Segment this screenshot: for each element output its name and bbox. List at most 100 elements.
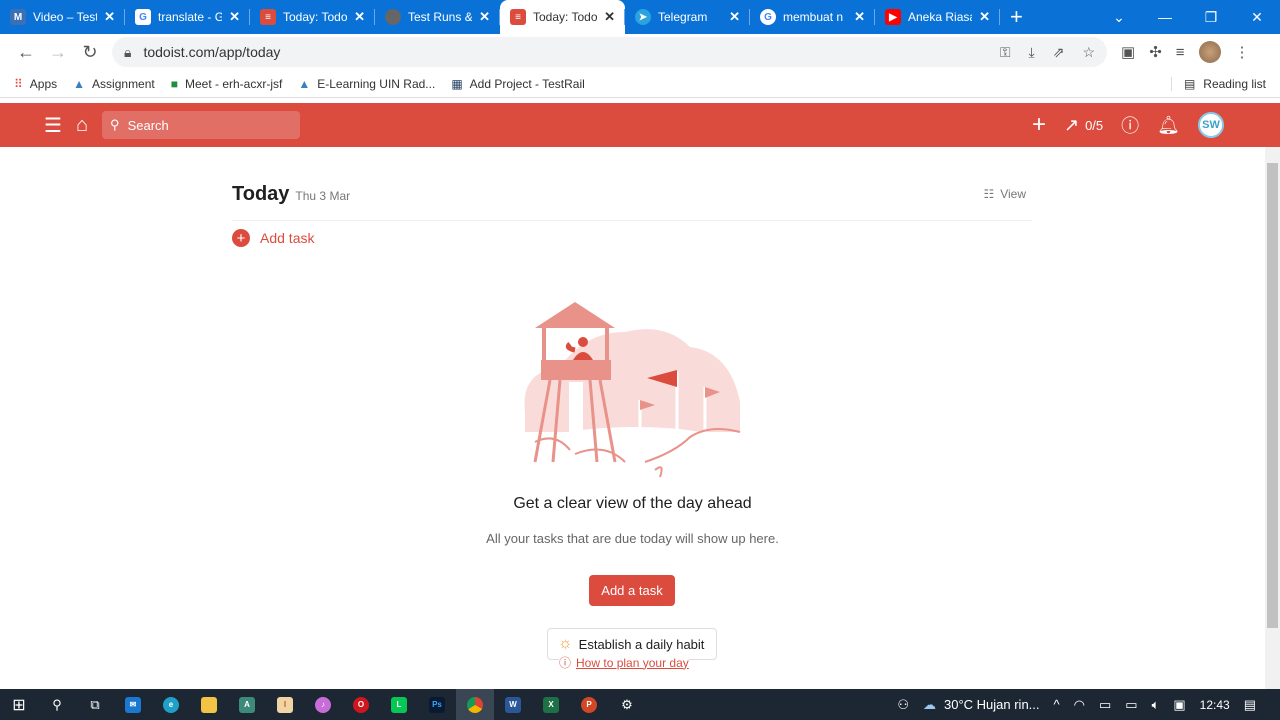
- close-icon[interactable]: ✕: [104, 9, 115, 25]
- app-icon[interactable]: A: [228, 689, 266, 720]
- page-date: Thu 3 Mar: [295, 189, 351, 203]
- home-icon[interactable]: ⌂: [76, 114, 88, 137]
- globe-icon: [385, 9, 401, 25]
- search-icon[interactable]: ⚲: [38, 689, 76, 720]
- tab-telegram[interactable]: ➤ Telegram ✕: [625, 0, 750, 34]
- wifi-icon[interactable]: ◠: [1074, 697, 1085, 713]
- scrollbar[interactable]: [1265, 147, 1280, 689]
- volume-icon[interactable]: 🔈︎: [1152, 697, 1160, 713]
- lightbulb-icon: ☼: [558, 635, 573, 652]
- media-icon[interactable]: ≡: [1176, 44, 1185, 61]
- karma-icon: ↗: [1063, 114, 1080, 135]
- bookmark-assignment[interactable]: ▲ Assignment: [73, 77, 155, 91]
- settings-icon[interactable]: ⚙: [608, 689, 646, 720]
- bookmark-elearning[interactable]: ▲ E-Learning UIN Rad...: [298, 77, 435, 91]
- profile-avatar[interactable]: [1198, 41, 1221, 63]
- tab-membuat[interactable]: Gmembuat n ✕: [750, 0, 875, 34]
- quick-add-icon[interactable]: +: [1032, 111, 1046, 139]
- productivity-button[interactable]: ↗ 0/5: [1064, 115, 1103, 136]
- people-icon[interactable]: ⚇: [897, 697, 909, 713]
- photoshop-icon[interactable]: Ps: [418, 689, 456, 720]
- reading-list-button[interactable]: ▤ Reading list: [1170, 76, 1266, 91]
- mail-icon[interactable]: ✉: [114, 689, 152, 720]
- google-icon: G: [760, 9, 776, 25]
- todoist-icon: ≡: [510, 9, 526, 25]
- file-explorer-icon[interactable]: [190, 689, 228, 720]
- scrollbar-thumb[interactable]: [1267, 163, 1278, 628]
- opera-icon[interactable]: O: [342, 689, 380, 720]
- empty-state-subtitle: All your tasks that are due today will s…: [486, 531, 779, 546]
- tab-translate[interactable]: Gtranslate - Google✕: [125, 0, 250, 34]
- tab-youtube[interactable]: ▶Aneka Riasan✕: [875, 0, 1000, 34]
- view-button[interactable]: ☷ View: [983, 187, 1026, 201]
- tab-todoist-active[interactable]: ≡Today: Todoist✕: [500, 0, 625, 34]
- user-avatar[interactable]: SW: [1198, 112, 1224, 138]
- powerpoint-icon[interactable]: P: [570, 689, 608, 720]
- key-icon[interactable]: ⚿: [1000, 44, 1011, 61]
- google-icon: G: [135, 9, 151, 25]
- todoist-icon: ≡: [260, 9, 276, 25]
- tab-search-icon[interactable]: ⌄: [1096, 0, 1142, 34]
- chrome-icon[interactable]: [456, 689, 494, 720]
- main-content: Today Thu 3 Mar ☷ View + Add task Get a cl…: [0, 147, 1265, 689]
- apps-grid-icon: ⠿: [14, 76, 23, 91]
- meet-now-icon[interactable]: ▭: [1099, 697, 1111, 713]
- search-input[interactable]: ⚲ Search: [102, 111, 301, 139]
- display-icon[interactable]: ▣: [1173, 697, 1185, 713]
- star-icon[interactable]: ☆: [1082, 44, 1095, 61]
- tab-testruns[interactable]: Test Runs & Results✕: [375, 0, 500, 34]
- bookmark-meet[interactable]: ■ Meet - erh-acxr-jsf: [171, 77, 283, 91]
- word-icon[interactable]: W: [494, 689, 532, 720]
- tab-strip: MVideo – Test✕ Gtranslate - Google✕ ≡Tod…: [0, 0, 1280, 34]
- menu-toggle-icon[interactable]: ☰: [44, 113, 62, 138]
- todoist-topbar: ☰ ⌂ ⚲ Search + ↗ 0/5 ⓘ 🔔︎ SW: [0, 103, 1280, 147]
- close-icon[interactable]: ✕: [479, 9, 490, 25]
- page-title: Today: [232, 183, 290, 205]
- close-icon[interactable]: ✕: [854, 9, 865, 25]
- share-icon[interactable]: ⇗: [1053, 44, 1065, 61]
- edge-icon[interactable]: e: [152, 689, 190, 720]
- bell-icon[interactable]: 🔔︎: [1157, 115, 1180, 136]
- chevron-up-icon[interactable]: ^: [1054, 697, 1060, 712]
- bookmark-testrail[interactable]: ▦ Add Project - TestRail: [451, 77, 585, 91]
- weather-widget[interactable]: ☁ 30°C Hujan rin...: [923, 697, 1040, 713]
- extensions-icon[interactable]: ✣: [1149, 43, 1162, 61]
- back-button[interactable]: ←: [10, 42, 42, 63]
- battery-icon[interactable]: ▭: [1125, 697, 1137, 713]
- minimize-button[interactable]: —: [1142, 0, 1188, 34]
- close-icon[interactable]: ✕: [979, 9, 990, 25]
- view-header: Today Thu 3 Mar ☷ View: [232, 183, 1032, 221]
- close-icon[interactable]: ✕: [354, 9, 365, 25]
- add-a-task-button[interactable]: Add a task: [589, 575, 675, 606]
- windows-taskbar: ⊞ ⚲ ⧉ ✉ e A I ♪ O L Ps W X P ⚙ ⚇ ☁ 30°C H…: [0, 689, 1280, 720]
- close-icon[interactable]: ✕: [729, 9, 740, 25]
- restore-button[interactable]: ❐: [1188, 0, 1234, 34]
- close-icon[interactable]: ✕: [229, 9, 240, 25]
- how-to-plan-link[interactable]: ⓘ How to plan your day: [559, 654, 689, 671]
- tab-todoist[interactable]: ≡Today: Todoist✕: [250, 0, 375, 34]
- notification-icon[interactable]: ▤: [1244, 697, 1256, 713]
- help-icon[interactable]: ⓘ: [1121, 112, 1139, 138]
- close-icon[interactable]: ✕: [604, 9, 615, 25]
- sliders-icon: ☷: [983, 187, 995, 201]
- bookmark-apps[interactable]: ⠿ Apps: [14, 77, 57, 91]
- task-view-icon[interactable]: ⧉: [76, 689, 114, 720]
- app-icon[interactable]: I: [266, 689, 304, 720]
- add-task-button[interactable]: + Add task: [232, 229, 314, 247]
- reload-button[interactable]: ↻: [74, 42, 106, 63]
- line-extension-icon[interactable]: ▣: [1121, 43, 1135, 61]
- url-input[interactable]: 🔒︎ todoist.com/app/today ⚿ ⤓ ⇗ ☆: [112, 37, 1107, 67]
- excel-icon[interactable]: X: [532, 689, 570, 720]
- itunes-icon[interactable]: ♪: [304, 689, 342, 720]
- menu-icon[interactable]: ⋮: [1235, 43, 1250, 61]
- elearning-icon: ▲: [73, 76, 86, 91]
- install-icon[interactable]: ⤓: [1029, 44, 1035, 61]
- clock[interactable]: 12:43: [1200, 698, 1230, 712]
- close-window-button[interactable]: ✕: [1234, 0, 1280, 34]
- start-icon[interactable]: ⊞: [0, 689, 38, 720]
- forward-button[interactable]: →: [42, 42, 74, 63]
- watchtower-illustration: [524, 302, 745, 478]
- line-icon[interactable]: L: [380, 689, 418, 720]
- new-tab-button[interactable]: +: [1010, 4, 1034, 30]
- tab-video[interactable]: M Video – Test ✕: [0, 0, 125, 34]
